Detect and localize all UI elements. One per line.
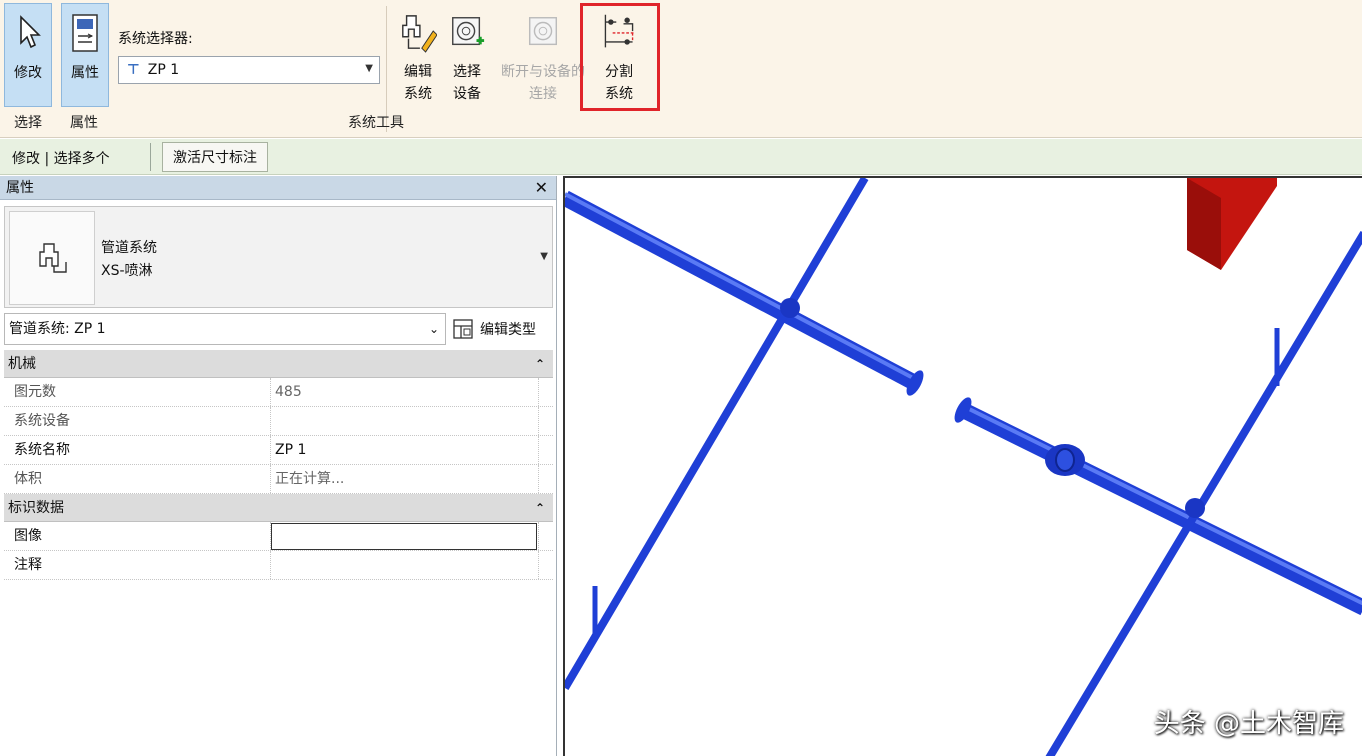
branch-pipe-left[interactable] — [565, 178, 869, 691]
group-label-properties: 属性 — [70, 115, 98, 131]
property-value: 485 — [271, 378, 539, 406]
cursor-arrow-icon — [9, 8, 47, 58]
table-row: 注释 — [4, 551, 553, 580]
property-key: 体积 — [4, 465, 271, 493]
modify-button[interactable]: 修改 — [4, 3, 52, 107]
edit-type-icon — [453, 319, 473, 339]
select-equipment-icon — [448, 7, 486, 57]
context-mode-text: 修改 | 选择多个 — [12, 151, 110, 167]
edit-system-button[interactable]: 编辑 系统 — [394, 3, 442, 107]
watermark: 头条 @土木智库 — [1153, 709, 1344, 739]
type-family-name: 管道系统 — [101, 240, 157, 256]
type-selector[interactable]: 管道系统 XS-喷淋 ▼ — [4, 206, 553, 308]
instance-selector[interactable]: 管道系统: ZP 1 ⌄ — [4, 313, 446, 345]
properties-panel-title-text: 属性 — [6, 180, 34, 196]
edit-type-label: 编辑类型 — [480, 322, 536, 338]
system-selector-dropdown[interactable]: ⊤ ZP 1 ▼ — [118, 56, 380, 84]
table-row: 图元数 485 — [4, 378, 553, 407]
disconnect-equipment-label-1: 断开与设备的 — [501, 64, 585, 80]
group-label-select: 选择 — [14, 115, 42, 131]
tee-joint — [780, 298, 800, 318]
image-field[interactable] — [271, 523, 537, 550]
main-pipe-segment-left[interactable] — [565, 190, 919, 391]
system-selector-value: ZP 1 — [147, 62, 180, 78]
properties-label: 属性 — [71, 65, 99, 81]
category-mechanical[interactable]: 机械 ⌃ — [4, 350, 553, 378]
select-equipment-button[interactable]: 选择 设备 — [443, 3, 491, 107]
edit-system-label-2: 系统 — [404, 86, 432, 102]
branch-pipe-right[interactable] — [1045, 230, 1362, 756]
properties-panel: 属性 ✕ 管道系统 XS-喷淋 ▼ 管道系统: ZP 1 ⌄ 编辑类型 机械 ⌃… — [0, 176, 557, 756]
property-value[interactable] — [271, 522, 539, 550]
property-key: 系统名称 — [4, 436, 271, 464]
context-divider — [150, 143, 151, 171]
modify-label: 修改 — [14, 65, 42, 81]
disconnect-equipment-label-2: 连接 — [529, 86, 557, 102]
category-label: 机械 — [8, 356, 36, 372]
collapse-icon[interactable]: ⌃ — [535, 350, 545, 378]
table-row: 系统设备 — [4, 407, 553, 436]
tee-joint — [1185, 498, 1205, 518]
3d-viewport[interactable]: 头条 @土木智库 — [563, 176, 1362, 756]
disconnect-equipment-icon — [524, 7, 562, 57]
type-name: XS-喷淋 — [101, 263, 153, 279]
activate-dimensions-button[interactable]: 激活尺寸标注 — [162, 142, 268, 172]
close-icon[interactable]: ✕ — [535, 176, 548, 200]
pipe-model-drawing — [565, 178, 1362, 756]
properties-icon — [66, 8, 104, 58]
edit-type-button[interactable]: 编辑类型 — [452, 315, 536, 343]
select-equipment-label-2: 设备 — [453, 86, 481, 102]
property-key: 图像 — [4, 522, 271, 550]
disconnect-equipment-button[interactable]: 断开与设备的 连接 — [501, 3, 585, 107]
collapse-icon[interactable]: ⌃ — [535, 494, 545, 522]
property-value[interactable] — [271, 551, 539, 579]
category-identity-data[interactable]: 标识数据 ⌃ — [4, 494, 553, 522]
chevron-down-icon: ▼ — [365, 63, 373, 74]
category-label: 标识数据 — [8, 500, 64, 516]
chevron-down-icon[interactable]: ▼ — [540, 251, 548, 262]
context-bar: 修改 | 选择多个 激活尺寸标注 — [0, 139, 1362, 175]
main-pipe-segment-right[interactable] — [959, 402, 1362, 616]
property-value: 正在计算... — [271, 465, 539, 493]
properties-panel-title: 属性 ✕ — [0, 176, 556, 200]
instance-selector-value: 管道系统: ZP 1 — [9, 321, 106, 337]
select-equipment-label-1: 选择 — [453, 64, 481, 80]
chevron-down-icon: ⌄ — [428, 322, 439, 336]
property-key: 系统设备 — [4, 407, 271, 435]
edit-system-icon — [399, 7, 437, 57]
group-label-system-tools: 系统工具 — [348, 115, 404, 131]
table-row: 系统名称 ZP 1 — [4, 436, 553, 465]
divide-system-highlight-box — [580, 3, 660, 111]
property-value[interactable]: ZP 1 — [271, 436, 539, 464]
ribbon: 修改 属性 系统选择器: ⊤ ZP 1 ▼ 编辑 系统 选择 设备 断开与设备的… — [0, 0, 1362, 138]
system-selector-label: 系统选择器: — [118, 31, 193, 47]
property-key: 注释 — [4, 551, 271, 579]
properties-button[interactable]: 属性 — [61, 3, 109, 107]
edit-system-label-1: 编辑 — [404, 64, 432, 80]
pipe-system-type-icon — [9, 211, 95, 305]
property-key: 图元数 — [4, 378, 271, 406]
pipe-system-icon: ⊤ — [127, 62, 140, 78]
table-row: 体积 正在计算... — [4, 465, 553, 494]
properties-table: 机械 ⌃ 图元数 485 系统设备 系统名称 ZP 1 体积 正在计算... 标… — [4, 350, 553, 580]
property-value[interactable] — [271, 407, 539, 435]
table-row: 图像 — [4, 522, 553, 551]
